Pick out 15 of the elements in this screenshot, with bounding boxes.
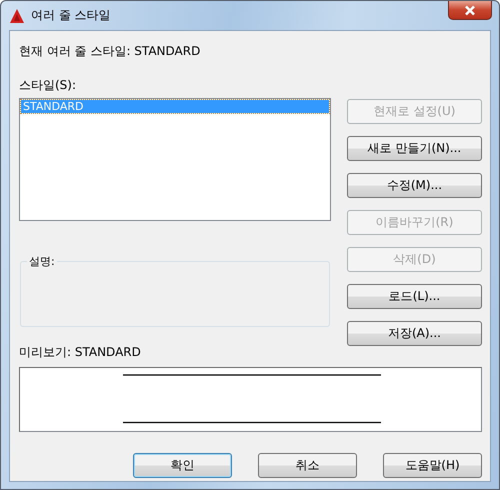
dialog-button[interactable]: 확인 <box>133 453 232 478</box>
close-icon <box>463 4 477 16</box>
style-action-button[interactable]: 저장(A)... <box>346 321 482 346</box>
app-logo-icon <box>9 8 25 24</box>
dialog-button[interactable]: 취소 <box>258 453 357 478</box>
style-action-button[interactable]: 수정(M)... <box>346 173 482 198</box>
styles-label: 스타일(S): <box>19 77 78 94</box>
dialog-button[interactable]: 도움말(H) <box>383 453 482 478</box>
style-action-button[interactable]: 새로 만들기(N)... <box>346 136 482 161</box>
close-button[interactable] <box>448 1 492 20</box>
style-action-button[interactable]: 로드(L)... <box>346 284 482 309</box>
preview-label: 미리보기: STANDARD <box>19 344 142 361</box>
current-style-label: 현재 여러 줄 스타일: STANDARD <box>19 43 202 60</box>
description-label: 설명: <box>27 254 57 269</box>
window-title: 여러 줄 스타일 <box>31 7 111 24</box>
